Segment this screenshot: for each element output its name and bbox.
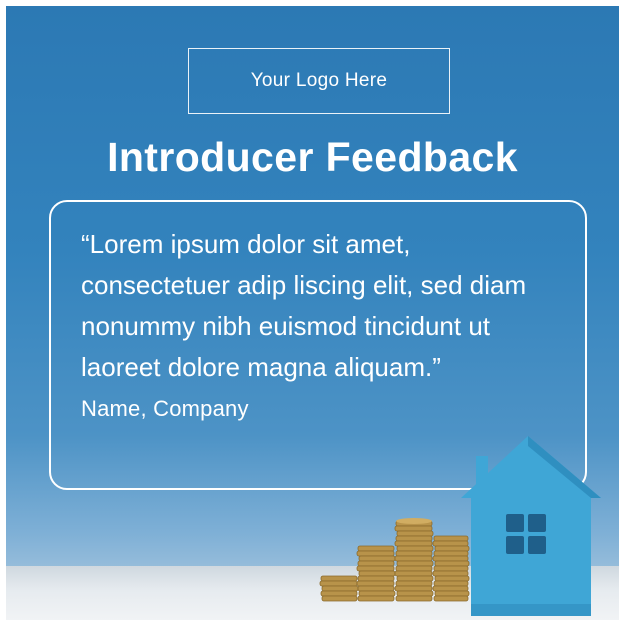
coin-stack-icon <box>319 518 470 602</box>
page-title: Introducer Feedback <box>107 134 518 180</box>
feedback-card: Your Logo Here Introducer Feedback “Lore… <box>6 6 619 620</box>
testimonial-author: Name, Company <box>81 396 249 421</box>
house-icon <box>461 436 601 616</box>
logo-label: Your Logo Here <box>250 70 388 91</box>
house-and-coins-illustration <box>319 436 601 616</box>
logo-placeholder: Your Logo Here <box>188 48 450 114</box>
testimonial-quote: “Lorem ipsum dolor sit amet, consectetue… <box>81 229 527 382</box>
